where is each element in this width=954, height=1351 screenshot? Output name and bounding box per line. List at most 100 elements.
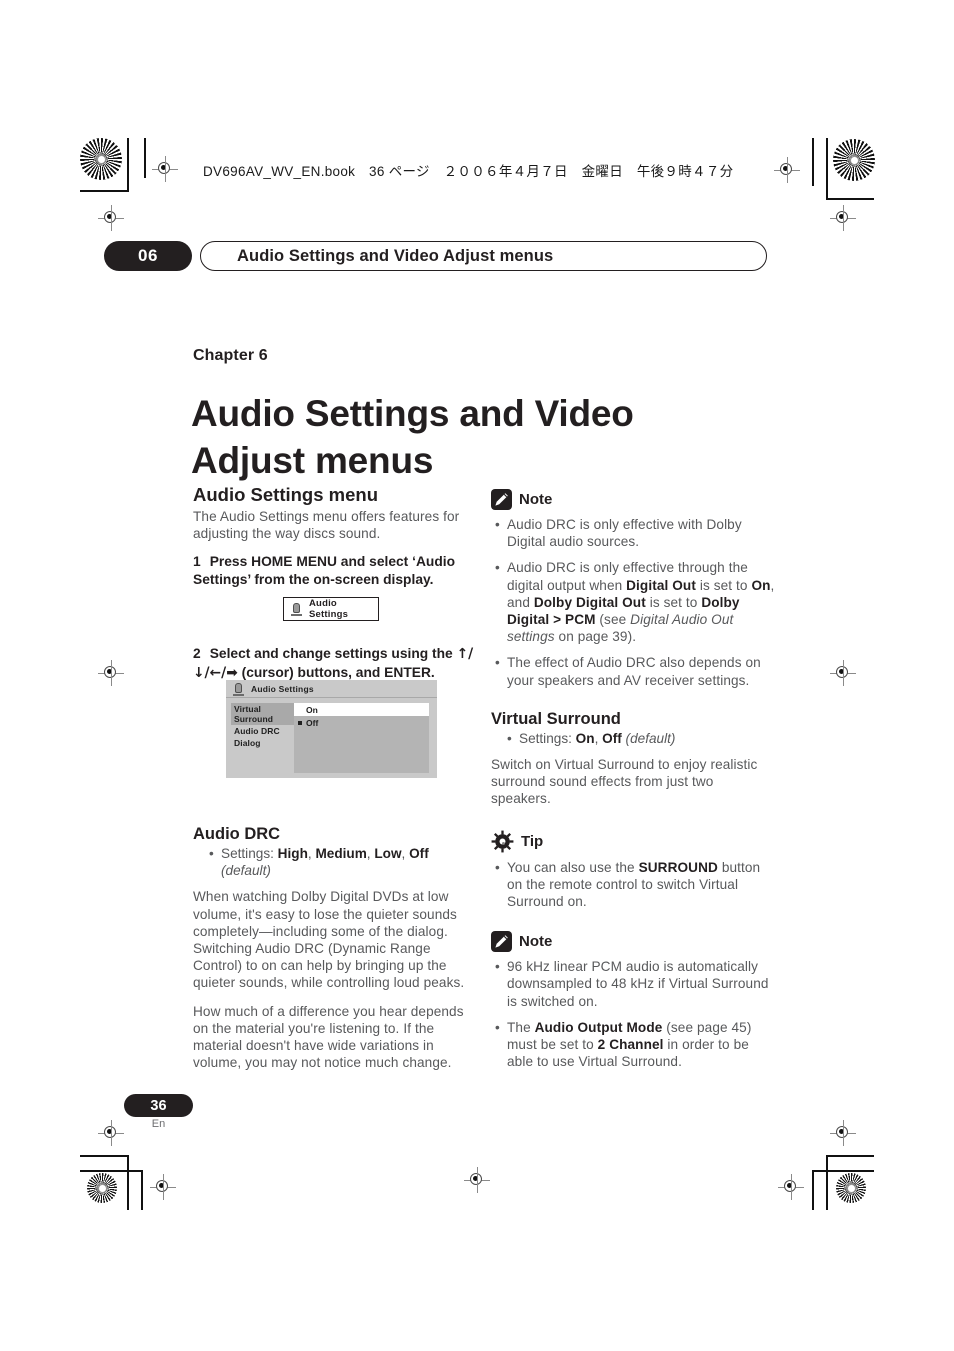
crop-mark-line [127, 1155, 129, 1210]
chapter-label: Chapter 6 [193, 347, 268, 364]
pencil-note-icon [491, 931, 512, 953]
registration-crosshair-left-bottom [98, 1120, 124, 1146]
osd-menu-item-dialog: Dialog [234, 738, 261, 748]
note-bold-2-channel: 2 Channel [597, 1037, 664, 1053]
osd-title-bar: Audio Settings [226, 680, 437, 698]
figure-audio-settings-button-label: Audio Settings [309, 598, 349, 620]
virtual-surround-paragraph: Switch on Virtual Surround to enjoy real… [491, 757, 758, 807]
running-header-title: Audio Settings and Video Adjust menus [200, 241, 767, 271]
osd-body: Virtual Surround Audio DRC Dialog On Off [226, 698, 437, 773]
step-2-number: 2 [193, 646, 201, 662]
registration-crosshair-right-lower [830, 660, 856, 686]
crop-mark-line [80, 190, 128, 192]
crop-mark-line [812, 1170, 874, 1172]
note-bold-digital-out: Digital Out [626, 577, 696, 593]
registration-crosshair-right-upper [830, 205, 856, 231]
crop-mark-line [127, 138, 129, 192]
setting-default-marker: (default) [221, 863, 271, 879]
osd-menu-item-virtual-surround: Virtual Surround [231, 703, 294, 725]
tip-bullet: You can also use the SURROUND button on … [495, 859, 777, 911]
page-number-badge: 36 [124, 1094, 193, 1117]
crop-mark-line [80, 1170, 142, 1172]
setting-value-on: On [575, 730, 595, 746]
crop-mark-line [812, 138, 814, 186]
step-2-text-a: Select and change settings using the [209, 646, 457, 662]
note-label-1: Note [519, 491, 553, 508]
page-title: Audio Settings and Video Adjust menus [191, 392, 634, 481]
tip-text: You can also use the [507, 859, 639, 875]
registration-crosshair-left-upper [98, 205, 124, 231]
setting-value-off: Off [409, 846, 429, 862]
note-text: The [507, 1019, 535, 1035]
setting-value-off: Off [602, 730, 622, 746]
crop-mark-line [826, 1155, 828, 1210]
osd-option-marker-icon [298, 721, 302, 725]
audio-settings-menu-intro: The Audio Settings menu offers features … [193, 509, 460, 542]
figure-audio-settings-button: Audio Settings [283, 597, 379, 621]
section-heading-audio-settings-menu: Audio Settings menu [193, 484, 378, 505]
chapter-number-badge: 06 [104, 241, 192, 271]
registration-star-target-top-right [833, 139, 875, 181]
tip-heading: Tip [491, 830, 777, 853]
osd-option-list: On Off [294, 703, 429, 773]
note-bullet: The Audio Output Mode (see page 45) must… [495, 1019, 777, 1071]
registration-crosshair-bottom-right [778, 1174, 804, 1200]
figure-audio-settings-osd: Audio Settings Virtual Surround Audio DR… [226, 680, 437, 778]
note-heading-1: Note [491, 489, 777, 510]
registration-crosshair-bottom-left [150, 1174, 176, 1200]
osd-menu-item-audio-drc: Audio DRC [234, 726, 280, 736]
settings-label: Settings: [519, 730, 576, 746]
crop-mark-line [80, 1155, 128, 1157]
gear-tip-icon [491, 830, 514, 853]
audio-drc-settings-list: Settings: High, Medium, Low, Off (defaul… [193, 845, 475, 879]
note-label-2: Note [519, 933, 553, 951]
step-1-number: 1 [193, 554, 201, 570]
step-1: 1 Press HOME MENU and select ‘Audio Setti… [193, 553, 475, 588]
note-bullet: Audio DRC is only effective with Dolby D… [495, 516, 777, 550]
note-bold-audio-output-mode: Audio Output Mode [534, 1019, 663, 1035]
step-2-arrow-up: ↑/ [456, 646, 474, 663]
settings-label: Settings: [221, 846, 278, 862]
registration-crosshair-right-bottom [830, 1120, 856, 1146]
registration-star-target-bottom-left [87, 1173, 117, 1203]
note-bullets-2: 96 kHz linear PCM audio is automatically… [491, 958, 777, 1070]
crop-mark-line [812, 1170, 814, 1210]
note-text: (see [595, 612, 631, 628]
speaker-icon [232, 682, 245, 696]
right-column: Note Audio DRC is only effective with Do… [491, 489, 777, 1080]
note-bullet: The effect of Audio DRC also depends on … [495, 654, 777, 688]
page-language-code: En [151, 1118, 166, 1130]
pencil-note-icon [491, 489, 512, 510]
note-bold-dolby-digital-out: Dolby Digital Out [533, 594, 646, 610]
crop-mark-line [826, 138, 828, 200]
registration-crosshair-bottom-center [464, 1167, 490, 1193]
setting-value-high: High [277, 846, 308, 862]
osd-option-off-label: Off [306, 718, 319, 728]
note-text: is set to [645, 594, 702, 610]
osd-option-on: On [294, 703, 429, 716]
crop-mark-line [826, 1155, 874, 1157]
registration-crosshair-top [152, 156, 178, 182]
note-heading-2: Note [491, 931, 777, 953]
note-bullet: 96 kHz linear PCM audio is automatically… [495, 958, 777, 1010]
audio-drc-settings-item: Settings: High, Medium, Low, Off (defaul… [209, 845, 475, 879]
audio-drc-paragraph-1: When watching Dolby Digital DVDs at low … [193, 889, 465, 991]
note-bullet: Audio DRC is only effective through the … [495, 559, 777, 645]
note-text: on page 39). [554, 629, 637, 645]
registration-crosshair-left-lower [98, 660, 124, 686]
tip-bold-surround: SURROUND [638, 859, 718, 875]
section-heading-audio-drc: Audio DRC [193, 825, 281, 844]
registration-crosshair-top-right [774, 157, 800, 183]
tip-bullets: You can also use the SURROUND button on … [491, 859, 777, 911]
osd-option-off: Off [294, 716, 429, 728]
running-header: 06 Audio Settings and Video Adjust menus [104, 241, 767, 271]
section-heading-virtual-surround: Virtual Surround [491, 709, 621, 728]
crop-mark-line [826, 198, 874, 200]
step-2-text-b: (cursor) buttons, and ENTER. [237, 664, 435, 680]
step-2-arrows: ↓/←/➡ [193, 664, 238, 681]
setting-value-medium: Medium [315, 846, 367, 862]
left-column: Audio Settings menu The Audio Settings m… [193, 484, 475, 1082]
note-bold-on: On [751, 577, 771, 593]
print-file-info: DV696AV_WV_EN.book 36 ページ ２００６年４月７日 金曜日 … [203, 164, 734, 179]
